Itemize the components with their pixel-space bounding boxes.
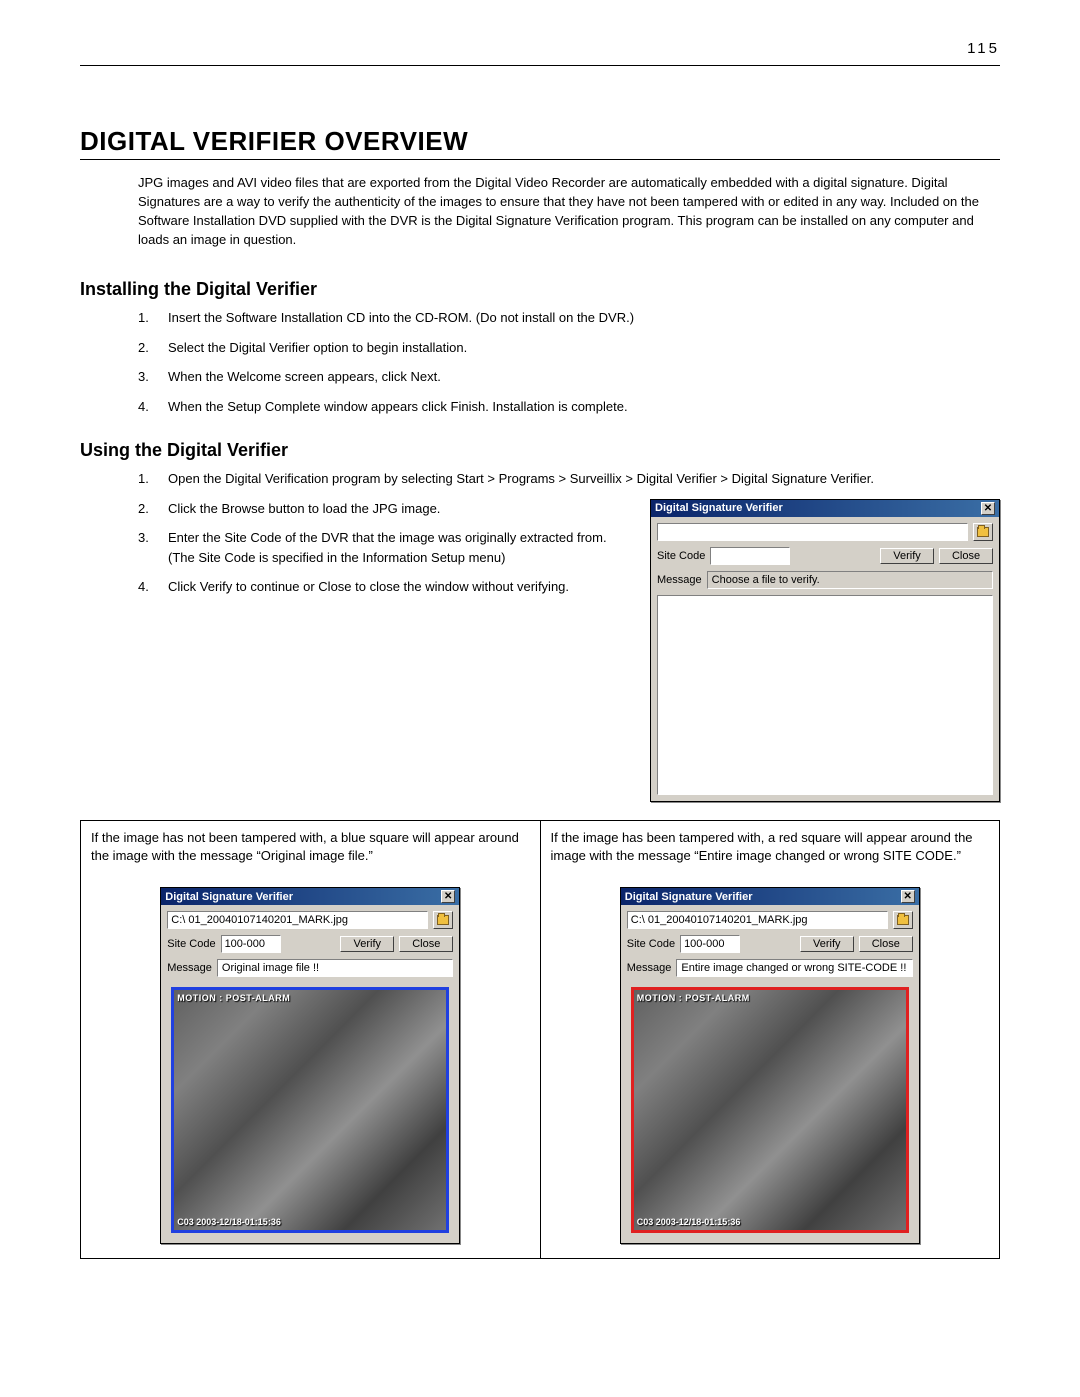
dialog-title: Digital Signature Verifier — [655, 502, 783, 514]
file-path-input[interactable] — [167, 911, 428, 929]
list-item: 3.When the Welcome screen appears, click… — [138, 367, 1000, 387]
image-overlay-bottom: C03 2003-12/18-01:15:36 — [637, 1217, 741, 1227]
image-overlay-top: MOTION : POST-ALARM — [177, 993, 290, 1003]
image-overlay-bottom: C03 2003-12/18-01:15:36 — [177, 1217, 281, 1227]
folder-icon — [437, 915, 449, 925]
folder-icon — [897, 915, 909, 925]
message-field: Original image file !! — [217, 959, 453, 977]
close-button[interactable]: Close — [939, 548, 993, 564]
message-label: Message — [167, 962, 212, 974]
browse-button[interactable] — [973, 523, 993, 541]
file-path-input[interactable] — [627, 911, 888, 929]
list-item: 1.Insert the Software Installation CD in… — [138, 308, 1000, 328]
using-steps-cont: 2.Click the Browse button to load the JP… — [138, 499, 630, 597]
file-path-input[interactable] — [657, 523, 968, 541]
verify-button[interactable]: Verify — [340, 936, 394, 952]
site-code-label: Site Code — [627, 938, 675, 950]
result-frame-blue: MOTION : POST-ALARM C03 2003-12/18-01:15… — [171, 987, 449, 1233]
dialog-title: Digital Signature Verifier — [165, 891, 293, 903]
result-frame-red: MOTION : POST-ALARM C03 2003-12/18-01:15… — [631, 987, 909, 1233]
list-item: 4.When the Setup Complete window appears… — [138, 397, 1000, 417]
site-code-label: Site Code — [167, 938, 215, 950]
close-icon[interactable]: ✕ — [441, 890, 455, 903]
verify-button[interactable]: Verify — [880, 548, 934, 564]
verifier-dialog-tampered: Digital Signature Verifier ✕ Site Code — [620, 887, 920, 1244]
page-title: DIGITAL VERIFIER OVERVIEW — [80, 126, 1000, 160]
using-steps: 1.Open the Digital Verification program … — [138, 469, 1000, 489]
message-label: Message — [657, 574, 702, 586]
verifier-dialog-original: Digital Signature Verifier ✕ Site Code — [160, 887, 460, 1244]
list-item: 4.Click Verify to continue or Close to c… — [138, 577, 630, 597]
list-item: 2.Select the Digital Verifier option to … — [138, 338, 1000, 358]
page-number: 115 — [80, 40, 1000, 57]
verifier-dialog-empty: Digital Signature Verifier ✕ Site Code V… — [650, 499, 1000, 802]
image-overlay-top: MOTION : POST-ALARM — [637, 993, 750, 1003]
site-code-input[interactable] — [680, 935, 740, 953]
site-code-input[interactable] — [710, 547, 790, 565]
browse-button[interactable] — [433, 911, 453, 929]
install-heading: Installing the Digital Verifier — [80, 279, 1000, 300]
preview-area-empty — [657, 595, 993, 795]
close-icon[interactable]: ✕ — [901, 890, 915, 903]
list-item: 1.Open the Digital Verification program … — [138, 469, 1000, 489]
site-code-label: Site Code — [657, 550, 705, 562]
message-field: Choose a file to verify. — [707, 571, 993, 589]
verify-button[interactable]: Verify — [800, 936, 854, 952]
close-button[interactable]: Close — [399, 936, 453, 952]
list-item: 2.Click the Browse button to load the JP… — [138, 499, 630, 519]
using-heading: Using the Digital Verifier — [80, 440, 1000, 461]
dialog-title: Digital Signature Verifier — [625, 891, 753, 903]
browse-button[interactable] — [893, 911, 913, 929]
folder-icon — [977, 527, 989, 537]
install-steps: 1.Insert the Software Installation CD in… — [138, 308, 1000, 416]
surveillance-image: MOTION : POST-ALARM C03 2003-12/18-01:15… — [174, 990, 446, 1230]
top-rule — [80, 65, 1000, 66]
message-field: Entire image changed or wrong SITE-CODE … — [676, 959, 912, 977]
close-button[interactable]: Close — [859, 936, 913, 952]
result-desc-tampered: If the image has been tampered with, a r… — [551, 829, 990, 865]
result-desc-original: If the image has not been tampered with,… — [91, 829, 530, 865]
intro-paragraph: JPG images and AVI video files that are … — [138, 174, 1000, 249]
site-code-input[interactable] — [221, 935, 281, 953]
surveillance-image: MOTION : POST-ALARM C03 2003-12/18-01:15… — [634, 990, 906, 1230]
message-label: Message — [627, 962, 672, 974]
results-table: If the image has not been tampered with,… — [80, 820, 1000, 1259]
close-icon[interactable]: ✕ — [981, 502, 995, 515]
list-item: 3.Enter the Site Code of the DVR that th… — [138, 528, 630, 567]
